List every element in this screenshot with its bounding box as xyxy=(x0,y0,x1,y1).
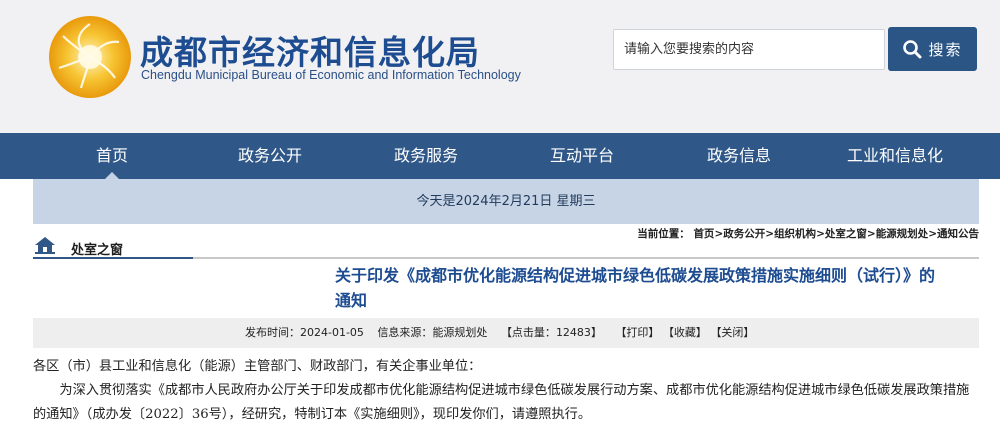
section-title: 处室之窗 xyxy=(71,243,124,258)
search-button-label: 搜索 xyxy=(928,40,963,59)
source-label: 信息来源： xyxy=(377,326,433,339)
nav-item-government-services[interactable]: 政务服务 xyxy=(376,133,476,179)
site-header: 成都市经济和信息化局 Chengdu Municipal Bureau of E… xyxy=(0,0,1000,133)
breadcrumb-separator: > xyxy=(765,228,775,240)
nav-item-government-affairs[interactable]: 政务公开 xyxy=(220,133,320,179)
article-meta: 发布时间：2024-01-05 信息来源：能源规划处 【点击量：12483】 【… xyxy=(33,318,979,348)
home-icon xyxy=(34,236,56,258)
main-nav: 首页 政务公开 政务服务 互动平台 政务信息 工业和信息化 xyxy=(0,133,1000,179)
favorite-link[interactable]: 【收藏】 xyxy=(663,326,707,339)
section-divider-accent xyxy=(33,257,193,259)
breadcrumb-item-government-affairs[interactable]: 政务公开 xyxy=(723,228,765,240)
search-icon xyxy=(903,40,922,59)
breadcrumb-item-office-window[interactable]: 处室之窗 xyxy=(825,228,867,240)
close-link[interactable]: 【关闭】 xyxy=(710,326,754,339)
article-body: 各区（市）县工业和信息化（能源）主管部门、财政部门，有关企事业单位： 为深入贯彻… xyxy=(33,355,979,427)
article-title: 关于印发《成都市优化能源结构促进城市绿色低碳发展政策措施实施细则（试行）》的通知 xyxy=(335,266,936,310)
site-logo[interactable] xyxy=(45,12,135,102)
hits-count: 12483 xyxy=(555,326,591,339)
breadcrumb-item-home[interactable]: 首页 xyxy=(693,228,714,240)
breadcrumb-item-organization[interactable]: 组织机构 xyxy=(774,228,816,240)
article-paragraph: 为深入贯彻落实《成都市人民政府办公厅关于印发成都市优化能源结构促进城市绿色低碳发… xyxy=(33,383,970,422)
breadcrumb-item-energy-planning[interactable]: 能源规划处 xyxy=(876,228,929,240)
site-subtitle: Chengdu Municipal Bureau of Economic and… xyxy=(141,68,521,82)
hits-label: 【点击量： xyxy=(500,326,556,339)
article-salutation: 各区（市）县工业和信息化（能源）主管部门、财政部门，有关企事业单位： xyxy=(33,359,482,374)
source-value: 能源规划处 xyxy=(432,326,488,339)
search-button[interactable]: 搜索 xyxy=(888,27,977,71)
nav-item-interaction-platform[interactable]: 互动平台 xyxy=(532,133,632,179)
publish-date: 2024-01-05 xyxy=(300,326,364,339)
nav-item-government-information[interactable]: 政务信息 xyxy=(689,133,789,179)
breadcrumb-item-notices[interactable]: 通知公告 xyxy=(937,228,979,240)
breadcrumb-separator: > xyxy=(866,228,876,240)
breadcrumb-prefix: 当前位置： xyxy=(637,228,690,240)
sunburst-emblem-icon xyxy=(49,16,131,98)
hits-suffix: 】 xyxy=(590,326,602,339)
nav-item-industry-it[interactable]: 工业和信息化 xyxy=(830,133,960,179)
date-bar: 今天是2024年2月21日 星期三 xyxy=(33,179,979,224)
breadcrumb-separator: > xyxy=(928,228,937,240)
print-link[interactable]: 【打印】 xyxy=(615,326,659,339)
breadcrumb-separator: > xyxy=(714,228,724,240)
breadcrumb: 当前位置： 首页>政务公开>组织机构>处室之窗>能源规划处>通知公告 xyxy=(637,226,979,241)
breadcrumb-separator: > xyxy=(816,228,825,240)
publish-label: 发布时间： xyxy=(245,326,300,339)
site-title: 成都市经济和信息化局 xyxy=(140,33,480,72)
search-input[interactable] xyxy=(613,29,885,70)
